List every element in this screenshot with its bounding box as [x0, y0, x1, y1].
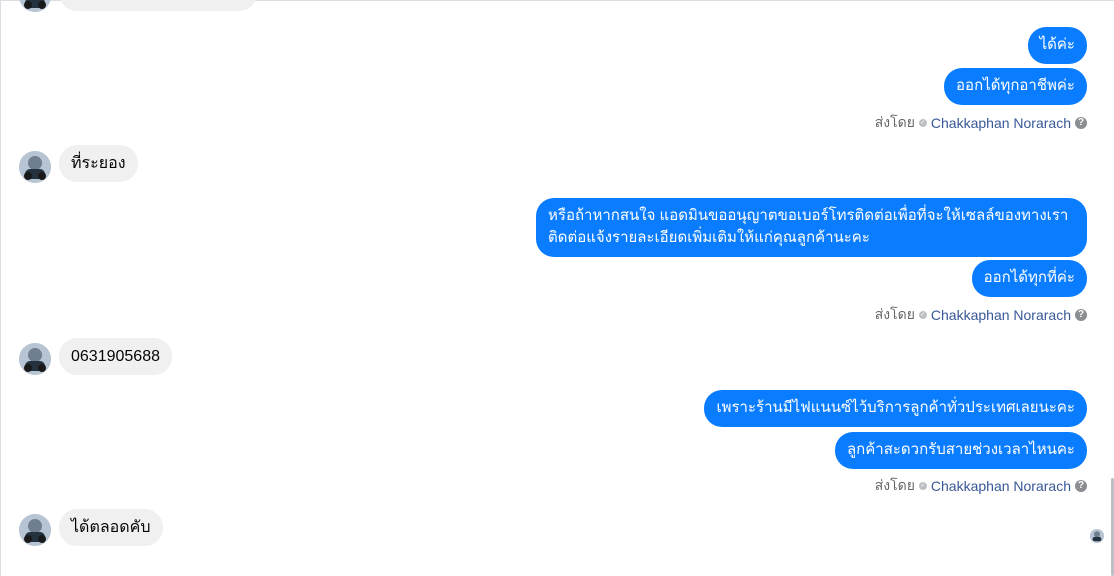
- check-circle-icon: ✓: [918, 119, 927, 127]
- question-circle-icon[interactable]: ?: [1075, 117, 1087, 129]
- message-text: ออกได้ทุกอาชีพค่ะ: [956, 77, 1075, 94]
- outgoing-message-bubble[interactable]: ลูกค้าสะดวกรับสายช่วงเวลาไหนคะ: [834, 432, 1087, 469]
- sent-by-meta: ส่งโดย ✓ Chakkaphan Norarach ?: [875, 475, 1087, 497]
- contact-avatar[interactable]: [19, 514, 51, 546]
- sent-by-label: ส่งโดย: [874, 477, 915, 493]
- contact-avatar[interactable]: [19, 151, 51, 183]
- sender-name-link[interactable]: Chakkaphan Norarach: [931, 115, 1071, 131]
- message-text: ออกได้ทุกที่ค่ะ: [983, 269, 1075, 286]
- sent-by-label: ส่งโดย: [874, 306, 915, 322]
- message-text: เพราะร้านมีไฟแนนซ์ไว้บริการลูกค้าทั่วประ…: [716, 399, 1075, 416]
- sent-by-meta: ส่งโดย ✓ Chakkaphan Norarach ?: [875, 304, 1087, 326]
- message-text: หรือถ้าหากสนใจ แอดมินขออนุญาตขอเบอร์โทรต…: [548, 207, 1069, 246]
- contact-avatar[interactable]: [19, 343, 51, 375]
- message-text: ได้ค่ะ: [1039, 36, 1075, 53]
- outgoing-message-bubble[interactable]: ได้ค่ะ: [1027, 27, 1087, 64]
- question-circle-icon[interactable]: ?: [1075, 480, 1087, 492]
- message-text: ได้ตลอดคับ: [71, 519, 151, 536]
- sent-by-label: ส่งโดย: [874, 114, 915, 130]
- message-text: ลูกค้าสะดวกรับสายช่วงเวลาไหนคะ: [846, 441, 1075, 458]
- incoming-message-bubble[interactable]: ที่ระยอง: [59, 145, 138, 182]
- outgoing-message-bubble[interactable]: หรือถ้าหากสนใจ แอดมินขออนุญาตขอเบอร์โทรต…: [536, 198, 1087, 257]
- outgoing-message-bubble[interactable]: เพราะร้านมีไฟแนนซ์ไว้บริการลูกค้าทั่วประ…: [704, 390, 1087, 427]
- sender-name-link[interactable]: Chakkaphan Norarach: [931, 307, 1071, 323]
- message-text: 0631905688: [71, 348, 160, 365]
- check-circle-icon: ✓: [918, 482, 927, 490]
- incoming-message-bubble[interactable]: [59, 0, 257, 11]
- sender-name-link[interactable]: Chakkaphan Norarach: [931, 478, 1071, 494]
- sent-by-meta: ส่งโดย ✓ Chakkaphan Norarach ?: [875, 112, 1087, 134]
- incoming-message-bubble[interactable]: ได้ตลอดคับ: [59, 509, 163, 546]
- outgoing-message-bubble[interactable]: ออกได้ทุกอาชีพค่ะ: [944, 68, 1087, 105]
- seen-avatar-icon: [1090, 529, 1104, 543]
- question-circle-icon[interactable]: ?: [1075, 309, 1087, 321]
- outgoing-message-bubble[interactable]: ออกได้ทุกที่ค่ะ: [971, 260, 1087, 297]
- incoming-message-bubble[interactable]: 0631905688: [59, 338, 172, 375]
- message-text: ที่ระยอง: [71, 155, 126, 172]
- check-circle-icon: ✓: [918, 311, 927, 319]
